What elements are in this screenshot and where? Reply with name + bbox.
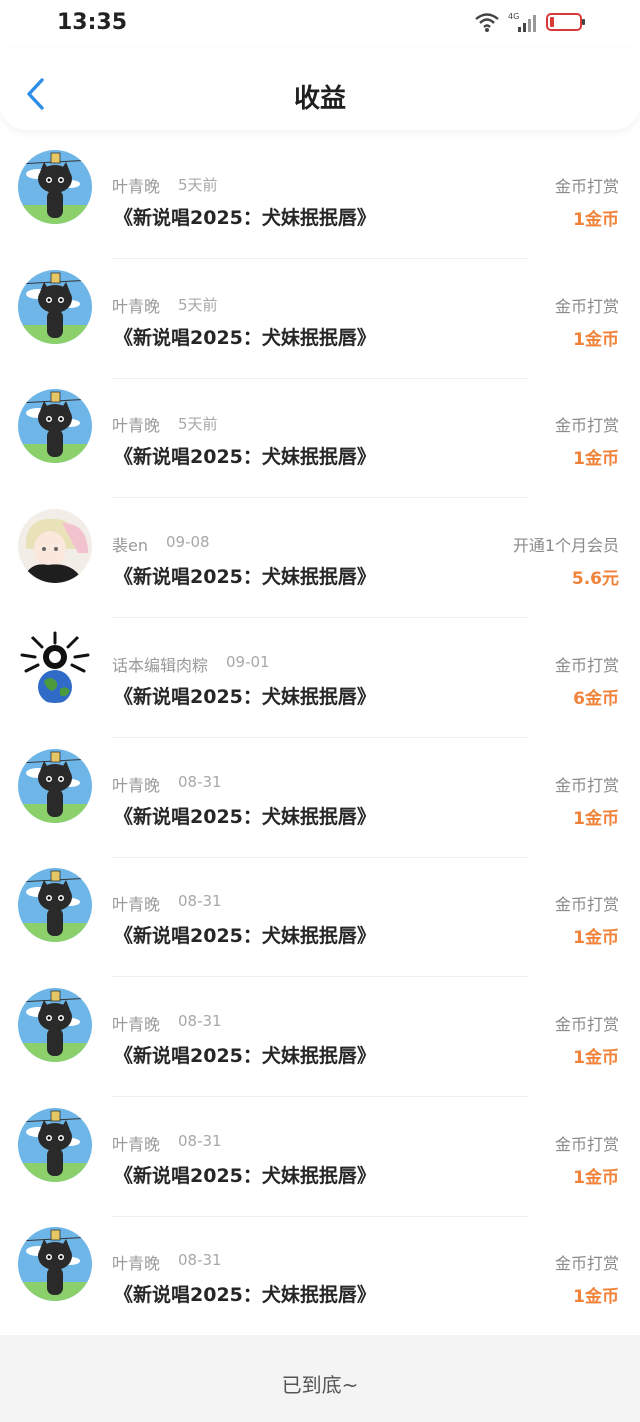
- earning-time: 08-31: [178, 1131, 222, 1150]
- battery-icon: [546, 13, 585, 31]
- earning-amount: 5.6元: [571, 569, 619, 590]
- earning-item[interactable]: 叶青晚 08-31 《新说唱2025：犬妹抿抿唇》 金币打赏 1金币: [0, 729, 640, 858]
- earning-time: 08-31: [178, 772, 222, 791]
- earning-type: 开通1个月会员: [512, 536, 619, 556]
- earning-time: 5天前: [178, 176, 218, 194]
- earning-item[interactable]: 叶青晚 08-31 《新说唱2025：犬妹抿抿唇》 金币打赏 1金币: [0, 1088, 640, 1217]
- status-icons: 4G: [474, 11, 586, 33]
- earning-time: 5天前: [178, 295, 218, 314]
- user-name: 叶青晚: [112, 177, 161, 196]
- top-nav: 收益: [0, 48, 640, 130]
- earning-item[interactable]: 叶青晚 08-31 《新说唱2025：犬妹抿抿唇》 金币打赏 1金币: [0, 1207, 640, 1337]
- earning-amount: 1金币: [573, 210, 619, 230]
- cat-avatar[interactable]: [18, 987, 92, 1062]
- work-title: 《新说唱2025：犬妹抿抿唇》: [114, 1164, 376, 1187]
- user-name: 叶青晚: [112, 1014, 161, 1034]
- user-name: 叶青晚: [112, 1134, 161, 1154]
- cat-avatar[interactable]: [18, 1107, 92, 1182]
- user-name: 裴en: [112, 536, 148, 556]
- earning-type: 金币打赏: [554, 655, 619, 675]
- earning-time: 08-31: [178, 1011, 222, 1030]
- status-bar: 13:35 4G: [0, 0, 640, 48]
- end-of-list-text: 已到底~: [281, 1373, 359, 1397]
- cat-avatar[interactable]: [18, 150, 92, 224]
- network-label: 4G: [508, 12, 519, 21]
- signal-icon: 4G: [508, 12, 536, 32]
- cat-avatar[interactable]: [18, 389, 92, 464]
- earning-amount: 1金币: [573, 449, 619, 470]
- earning-type: 金币打赏: [554, 177, 619, 196]
- earning-type: 金币打赏: [554, 1134, 619, 1154]
- page-title: 收益: [293, 84, 346, 114]
- earning-type: 金币打赏: [554, 775, 619, 795]
- user-name: 叶青晚: [112, 296, 161, 316]
- earning-amount: 6金币: [573, 688, 619, 709]
- earning-amount: 1金币: [573, 808, 619, 829]
- earning-item[interactable]: 裴en 09-08 《新说唱2025：犬妹抿抿唇》 开通1个月会员 5.6元: [0, 489, 640, 619]
- earning-type: 金币打赏: [554, 1014, 619, 1034]
- earning-type: 金币打赏: [554, 1254, 619, 1274]
- earning-time: 09-01: [226, 652, 270, 671]
- work-title: 《新说唱2025：犬妹抿抿唇》: [114, 207, 376, 229]
- earning-amount: 1金币: [573, 1167, 619, 1188]
- earning-time: 09-08: [166, 533, 210, 552]
- work-title: 《新说唱2025：犬妹抿抿唇》: [114, 1284, 376, 1307]
- earning-time: 08-31: [178, 892, 222, 911]
- earning-time: 08-31: [178, 1251, 222, 1270]
- work-title: 《新说唱2025：犬妹抿抿唇》: [114, 805, 376, 828]
- work-title: 《新说唱2025：犬妹抿抿唇》: [114, 566, 376, 589]
- earning-item[interactable]: 叶青晚 5天前 《新说唱2025：犬妹抿抿唇》 金币打赏 1金币: [0, 250, 640, 379]
- wifi-icon: [475, 13, 499, 32]
- user-name: 叶青晚: [112, 1254, 161, 1274]
- earning-type: 金币打赏: [554, 416, 619, 436]
- earning-time: 5天前: [178, 415, 218, 434]
- cat-avatar[interactable]: [18, 868, 92, 943]
- user-name: 话本编辑肉粽: [112, 655, 209, 675]
- earning-item[interactable]: 话本编辑肉粽 09-01 《新说唱2025：犬妹抿抿唇》 金币打赏 6金币: [0, 609, 640, 738]
- earning-amount: 1金币: [573, 928, 619, 949]
- user-name: 叶青晚: [112, 416, 161, 436]
- earning-amount: 1金币: [573, 329, 619, 350]
- user-name: 叶青晚: [112, 775, 161, 795]
- earning-item[interactable]: 叶青晚 5天前 《新说唱2025：犬妹抿抿唇》 金币打赏 1金币: [0, 369, 640, 499]
- earning-item[interactable]: 叶青晚 5天前 《新说唱2025：犬妹抿抿唇》 金币打赏 1金币: [0, 130, 640, 259]
- anime-avatar[interactable]: [18, 509, 92, 584]
- earning-amount: 1金币: [573, 1047, 619, 1068]
- earning-amount: 1金币: [573, 1287, 619, 1308]
- cat-avatar[interactable]: [18, 1227, 92, 1302]
- work-title: 《新说唱2025：犬妹抿抿唇》: [114, 685, 376, 708]
- work-title: 《新说唱2025：犬妹抿抿唇》: [114, 326, 376, 349]
- work-title: 《新说唱2025：犬妹抿抿唇》: [114, 925, 376, 948]
- cat-avatar[interactable]: [18, 748, 92, 823]
- status-time: 13:35: [57, 10, 128, 35]
- earning-type: 金币打赏: [554, 895, 619, 915]
- earning-item[interactable]: 叶青晚 08-31 《新说唱2025：犬妹抿抿唇》 金币打赏 1金币: [0, 968, 640, 1097]
- earning-item[interactable]: 叶青晚 08-31 《新说唱2025：犬妹抿抿唇》 金币打赏 1金币: [0, 848, 640, 978]
- work-title: 《新说唱2025：犬妹抿抿唇》: [114, 446, 376, 469]
- earning-type: 金币打赏: [554, 296, 619, 316]
- work-title: 《新说唱2025：犬妹抿抿唇》: [114, 1044, 376, 1067]
- list-footer: 已到底~: [0, 1335, 640, 1422]
- user-name: 叶青晚: [112, 895, 161, 915]
- cat-avatar[interactable]: [18, 269, 92, 344]
- globe-avatar[interactable]: [18, 628, 92, 703]
